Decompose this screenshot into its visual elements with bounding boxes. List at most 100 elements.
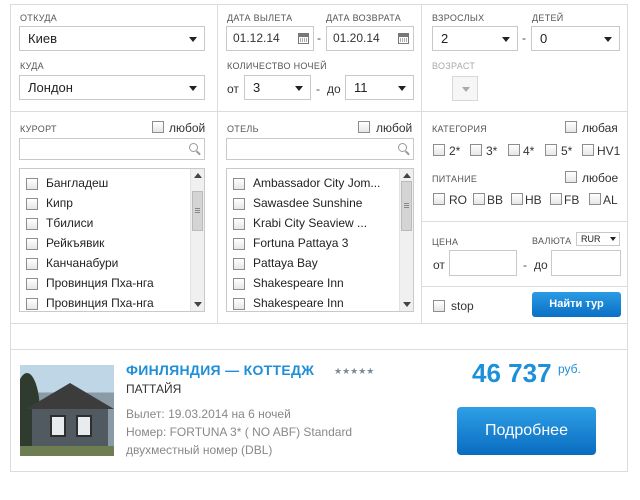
resort-any-checkbox[interactable] xyxy=(152,121,164,133)
price-currency: руб. xyxy=(558,362,581,376)
from-value: Киев xyxy=(28,31,57,46)
checkbox[interactable] xyxy=(26,258,38,270)
list-item[interactable]: Fortuna Pattaya 3 xyxy=(233,235,403,255)
age-select[interactable] xyxy=(452,76,478,101)
chevron-down-icon xyxy=(295,86,303,91)
photo-wall xyxy=(32,409,108,449)
list-item[interactable]: Ambassador City Jom... xyxy=(233,175,403,195)
price-from-input[interactable] xyxy=(449,250,517,276)
scroll-up-icon[interactable] xyxy=(194,173,202,178)
scroll-down-icon[interactable] xyxy=(194,302,202,307)
checkbox[interactable] xyxy=(233,258,245,270)
meal-al-checkbox[interactable] xyxy=(589,193,601,205)
children-value: 0 xyxy=(540,31,548,46)
meal-bb-checkbox[interactable] xyxy=(473,193,485,205)
price-from-prefix: от xyxy=(433,258,445,272)
scrollbar-thumb[interactable] xyxy=(401,181,412,231)
checkbox[interactable] xyxy=(26,198,38,210)
resort-search-input[interactable] xyxy=(19,138,205,160)
checkbox[interactable] xyxy=(233,278,245,290)
list-item-label: Провинция Пха-нга xyxy=(46,276,154,290)
list-item-label: Провинция Пха-нга xyxy=(46,296,154,310)
currency-select[interactable]: RUR xyxy=(576,232,620,246)
checkbox[interactable] xyxy=(26,298,38,310)
checkbox[interactable] xyxy=(26,238,38,250)
category-2-checkbox[interactable] xyxy=(433,144,445,156)
return-date-field[interactable]: 01.20.14 xyxy=(326,26,414,51)
category-3-label: 3* xyxy=(486,144,498,158)
list-item[interactable]: Бангладеш xyxy=(26,175,196,195)
meal-hb-checkbox[interactable] xyxy=(511,193,523,205)
calendar-icon[interactable] xyxy=(298,33,309,44)
list-item-label: Shakespeare Inn xyxy=(253,276,344,290)
meal-label: ПИТАНИЕ xyxy=(432,174,478,184)
search-icon xyxy=(189,143,198,152)
list-item[interactable]: Shakespeare Inn xyxy=(233,295,403,311)
divider xyxy=(11,349,627,350)
checkbox[interactable] xyxy=(233,238,245,250)
scrollbar[interactable] xyxy=(190,169,204,311)
hotel-name-link[interactable]: ФИНЛЯНДИЯ — КОТТЕДЖ xyxy=(126,362,314,378)
find-tour-button[interactable]: Найти тур xyxy=(532,292,621,317)
photo-grass xyxy=(20,446,114,456)
checkbox[interactable] xyxy=(26,178,38,190)
checkbox[interactable] xyxy=(233,178,245,190)
scroll-down-icon[interactable] xyxy=(403,302,411,307)
adults-select[interactable]: 2 xyxy=(432,26,518,51)
list-item[interactable]: Рейкъявик xyxy=(26,235,196,255)
list-item-label: Рейкъявик xyxy=(46,236,105,250)
category-5-checkbox[interactable] xyxy=(545,144,557,156)
checkbox[interactable] xyxy=(26,278,38,290)
resort-list[interactable]: Бангладеш Кипр Тбилиси Рейкъявик Канчана… xyxy=(19,168,205,312)
scrollbar-thumb[interactable] xyxy=(192,191,203,231)
resort-any-label: любой xyxy=(169,121,206,135)
category-any-label: любая xyxy=(582,121,618,135)
calendar-icon[interactable] xyxy=(398,33,409,44)
list-item[interactable]: Krabi City Seaview ... xyxy=(233,215,403,235)
meal-fb-label: FB xyxy=(564,193,580,207)
from-select[interactable]: Киев xyxy=(19,26,205,51)
price-dash: - xyxy=(523,258,527,272)
stop-checkbox[interactable] xyxy=(433,300,445,312)
star-rating: ★★★★★ xyxy=(334,366,375,376)
list-item[interactable]: Провинция Пха-нга xyxy=(26,295,196,311)
meal-ro-checkbox[interactable] xyxy=(433,193,445,205)
checkbox[interactable] xyxy=(233,298,245,310)
hotel-any-checkbox[interactable] xyxy=(358,121,370,133)
category-4-checkbox[interactable] xyxy=(508,144,520,156)
price-to-input[interactable] xyxy=(551,250,621,276)
photo-roof xyxy=(26,383,114,409)
return-date-label: ДАТА ВОЗВРАТА xyxy=(326,13,402,23)
meal-any-checkbox[interactable] xyxy=(565,171,577,183)
nights-from-select[interactable]: 3 xyxy=(244,75,311,100)
depart-date-field[interactable]: 01.12.14 xyxy=(226,26,314,51)
list-item[interactable]: Pattaya Bay xyxy=(233,255,403,275)
resort-label: КУРОРТ xyxy=(20,124,57,134)
checkbox[interactable] xyxy=(233,198,245,210)
category-hv1-checkbox[interactable] xyxy=(582,144,594,156)
list-item[interactable]: Кипр xyxy=(26,195,196,215)
children-select[interactable]: 0 xyxy=(531,26,620,51)
list-item[interactable]: Канчанабури xyxy=(26,255,196,275)
hotel-photo[interactable] xyxy=(20,365,114,456)
depart-date-value: 01.12.14 xyxy=(233,31,280,45)
scroll-up-icon[interactable] xyxy=(403,173,411,178)
list-item[interactable]: Shakespeare Inn xyxy=(233,275,403,295)
category-any-checkbox[interactable] xyxy=(565,121,577,133)
currency-value: RUR xyxy=(581,234,601,244)
hotel-search-input[interactable] xyxy=(226,138,414,160)
list-item[interactable]: Тбилиси xyxy=(26,215,196,235)
checkbox[interactable] xyxy=(26,218,38,230)
chevron-down-icon xyxy=(462,87,470,92)
hotel-list[interactable]: Ambassador City Jom... Sawasdee Sunshine… xyxy=(226,168,414,312)
category-3-checkbox[interactable] xyxy=(470,144,482,156)
list-item[interactable]: Sawasdee Sunshine xyxy=(233,195,403,215)
details-button[interactable]: Подробнее xyxy=(457,407,596,455)
chevron-down-icon xyxy=(502,37,510,42)
scrollbar[interactable] xyxy=(399,169,413,311)
to-select[interactable]: Лондон xyxy=(19,75,205,100)
list-item[interactable]: Провинция Пха-нга xyxy=(26,275,196,295)
nights-to-select[interactable]: 11 xyxy=(345,75,414,100)
checkbox[interactable] xyxy=(233,218,245,230)
meal-fb-checkbox[interactable] xyxy=(550,193,562,205)
